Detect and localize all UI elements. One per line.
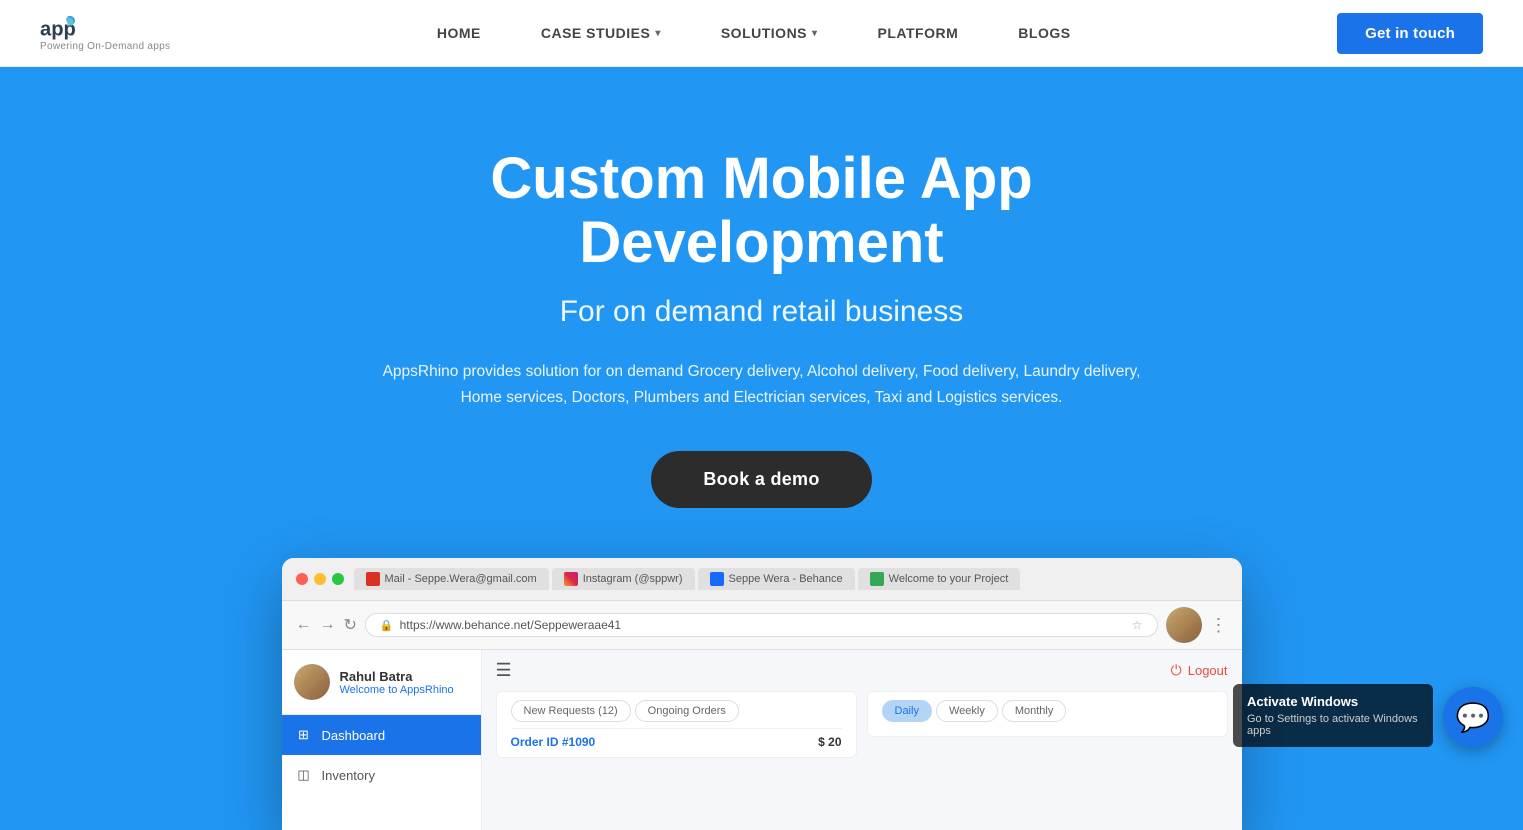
daily-tab[interactable]: Daily — [882, 700, 932, 722]
sidebar-user-info: Rahul Batra Welcome to AppsRhino — [282, 650, 481, 715]
browser-user-avatar — [1166, 607, 1202, 643]
dashboard-icon: ⊞ — [296, 727, 312, 743]
windows-activate-notification: Activate Windows Go to Settings to activ… — [1233, 684, 1433, 747]
sidebar-item-dashboard[interactable]: ⊞ Dashboard — [282, 715, 481, 755]
nav-platform[interactable]: PLATFORM — [878, 25, 959, 41]
browser-menu-icon[interactable]: ⋮ — [1210, 615, 1228, 636]
orders-card: New Requests (12) Ongoing Orders Order I… — [496, 691, 857, 758]
sidebar-item-inventory[interactable]: ◫ Inventory — [282, 755, 481, 795]
browser-tabs: Mail - Seppe.Wera@gmail.com Instagram (@… — [354, 568, 1228, 590]
order-row: Order ID #1090 $ 20 — [511, 728, 842, 749]
new-requests-tab[interactable]: New Requests (12) — [511, 700, 631, 722]
browser-tab-mail[interactable]: Mail - Seppe.Wera@gmail.com — [354, 568, 549, 590]
inventory-icon: ◫ — [296, 767, 312, 783]
browser-address-row: ← → ↻ 🔒 https://www.behance.net/Seppewer… — [282, 601, 1242, 650]
nav-case-studies[interactable]: CASE STUDIES ▾ — [541, 25, 661, 41]
browser-tab-instagram[interactable]: Instagram (@sppwr) — [552, 568, 695, 590]
solutions-caret: ▾ — [812, 28, 818, 39]
browser-forward-button[interactable]: → — [320, 616, 336, 634]
browser-refresh-button[interactable]: ↻ — [344, 615, 357, 635]
monthly-tab[interactable]: Monthly — [1002, 700, 1067, 722]
browser-url: https://www.behance.net/Seppeweraae41 — [400, 618, 621, 632]
user-avatar — [294, 664, 330, 700]
fullscreen-button-dot[interactable] — [332, 573, 344, 585]
minimize-button-dot[interactable] — [314, 573, 326, 585]
weekly-tab[interactable]: Weekly — [936, 700, 998, 722]
browser-traffic-lights — [296, 573, 344, 585]
case-studies-caret: ▾ — [655, 28, 661, 39]
mail-tab-icon — [366, 572, 380, 586]
activate-windows-title: Activate Windows — [1247, 694, 1419, 709]
lock-icon: 🔒 — [380, 619, 394, 632]
browser-tab-behance[interactable]: Seppe Wera - Behance — [698, 568, 855, 590]
user-welcome: Welcome to AppsRhino — [340, 684, 454, 696]
dashboard-main: ☰ ⏻ Logout New Requests (12) Ongoing Ord… — [482, 650, 1242, 830]
get-in-touch-button[interactable]: Get in touch — [1337, 13, 1483, 54]
hero-subtitle: For on demand retail business — [560, 295, 964, 329]
project-tab-icon — [870, 572, 884, 586]
activate-windows-subtitle: Go to Settings to activate Windows apps — [1247, 713, 1419, 737]
power-icon: ⏻ — [1171, 662, 1182, 679]
book-demo-button[interactable]: Book a demo — [651, 451, 871, 508]
ongoing-orders-tab[interactable]: Ongoing Orders — [635, 700, 739, 722]
hero-title: Custom Mobile App Development — [312, 147, 1212, 275]
chat-icon: 💬 — [1456, 701, 1491, 734]
order-id: Order ID #1090 — [511, 735, 596, 749]
logo[interactable]: apps Powering On-Demand apps — [40, 15, 170, 52]
nav-solutions[interactable]: SOLUTIONS ▾ — [721, 25, 818, 41]
dashboard-sidebar: Rahul Batra Welcome to AppsRhino ⊞ Dashb… — [282, 650, 482, 830]
close-button-dot[interactable] — [296, 573, 308, 585]
dashboard-content: Rahul Batra Welcome to AppsRhino ⊞ Dashb… — [282, 650, 1242, 830]
dashboard-grid: New Requests (12) Ongoing Orders Order I… — [496, 691, 1228, 758]
chat-widget-button[interactable]: 💬 — [1443, 687, 1503, 747]
bookmark-icon: ☆ — [1132, 618, 1143, 632]
orders-tabs: New Requests (12) Ongoing Orders — [511, 700, 842, 722]
hero-description: AppsRhino provides solution for on deman… — [372, 359, 1152, 412]
period-tabs: Daily Weekly Monthly — [882, 700, 1213, 722]
browser-address-bar[interactable]: 🔒 https://www.behance.net/Seppeweraae41 … — [365, 613, 1158, 637]
browser-tab-project[interactable]: Welcome to your Project — [858, 568, 1021, 590]
instagram-tab-icon — [564, 572, 578, 586]
logo-subtitle: Powering On-Demand apps — [40, 41, 170, 52]
period-card: Daily Weekly Monthly — [867, 691, 1228, 737]
browser-mockup: Mail - Seppe.Wera@gmail.com Instagram (@… — [282, 558, 1242, 830]
nav-blogs[interactable]: BLOGS — [1018, 25, 1070, 41]
nav-links: HOME CASE STUDIES ▾ SOLUTIONS ▾ PLATFORM… — [437, 25, 1071, 41]
browser-back-button[interactable]: ← — [296, 616, 312, 634]
dashboard-main-header: ☰ ⏻ Logout — [496, 660, 1228, 681]
hamburger-icon[interactable]: ☰ — [496, 660, 512, 681]
user-name: Rahul Batra — [340, 669, 454, 684]
behance-tab-icon — [710, 572, 724, 586]
navbar: apps Powering On-Demand apps HOME CASE S… — [0, 0, 1523, 67]
order-price: $ 20 — [818, 735, 841, 749]
browser-tab-bar: Mail - Seppe.Wera@gmail.com Instagram (@… — [282, 558, 1242, 601]
nav-home[interactable]: HOME — [437, 25, 481, 41]
logout-button[interactable]: ⏻ Logout — [1171, 662, 1228, 679]
